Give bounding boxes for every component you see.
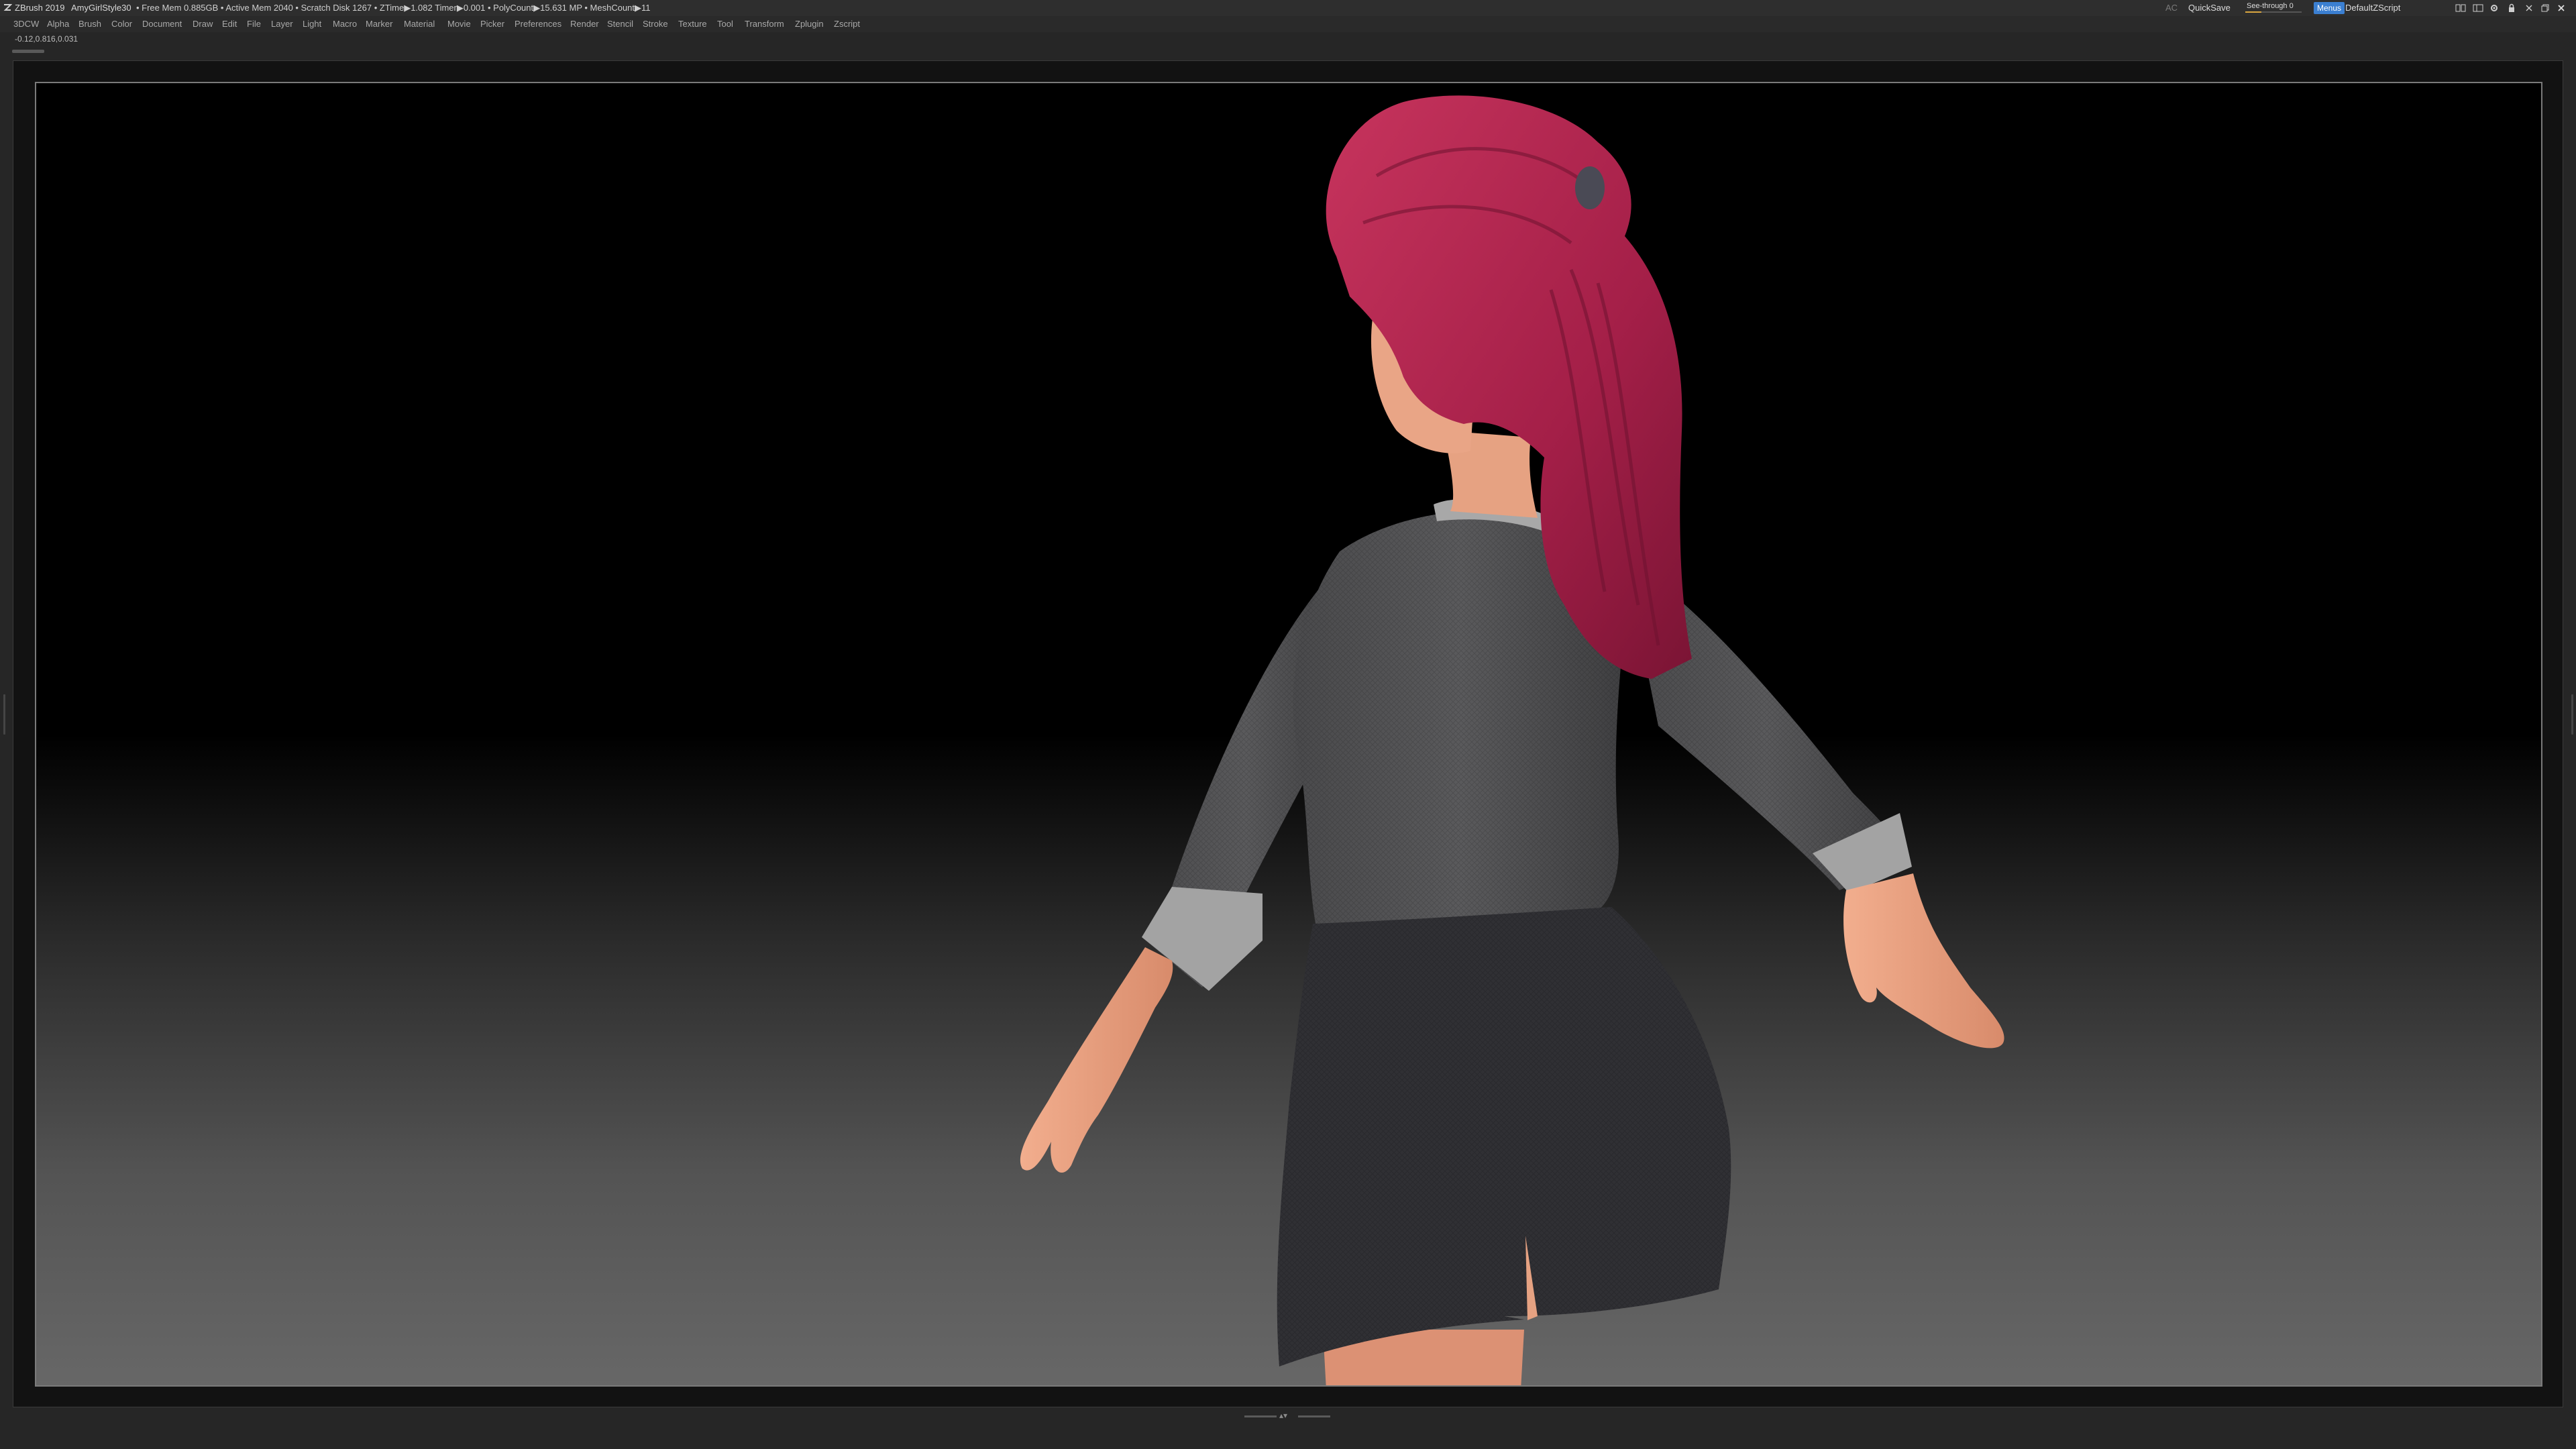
menu-draw[interactable]: Draw: [193, 16, 213, 32]
menu-alpha[interactable]: Alpha: [47, 16, 69, 32]
menu-file[interactable]: File: [247, 16, 261, 32]
default-zscript-button[interactable]: DefaultZScript: [2345, 0, 2400, 16]
menu-stroke[interactable]: Stroke: [643, 16, 668, 32]
character-skirt-texture: [1277, 907, 1731, 1366]
bottom-handle-bar-left: [1244, 1415, 1277, 1417]
menu-movie[interactable]: Movie: [447, 16, 471, 32]
restore-icon[interactable]: [2540, 3, 2551, 13]
see-through-slider[interactable]: See-through 0: [2243, 1, 2304, 13]
zbrush-logo-icon: [3, 4, 12, 11]
menu-marker[interactable]: Marker: [366, 16, 392, 32]
menu-preferences[interactable]: Preferences: [515, 16, 561, 32]
menu-picker[interactable]: Picker: [480, 16, 504, 32]
menu-macro[interactable]: Macro: [333, 16, 357, 32]
menu-transform[interactable]: Transform: [745, 16, 784, 32]
menu-tool[interactable]: Tool: [717, 16, 733, 32]
document-name: AmyGirlStyle30: [71, 3, 131, 13]
3d-viewport[interactable]: [35, 82, 2542, 1387]
character-model[interactable]: [36, 83, 2541, 1385]
menu-color[interactable]: Color: [111, 16, 132, 32]
see-through-fill: [2245, 11, 2261, 13]
settings-icon[interactable]: [2489, 3, 2500, 13]
bottom-handle-bar-right: [1298, 1415, 1330, 1417]
menu-3dcw[interactable]: 3DCW: [13, 16, 39, 32]
menu-render[interactable]: Render: [570, 16, 599, 32]
see-through-label: See-through 0: [2247, 2, 2294, 10]
left-tray-handle[interactable]: [1, 694, 7, 735]
bottom-handle-arrows: ▴▾: [1279, 1411, 1288, 1420]
ac-label[interactable]: AC: [2165, 0, 2178, 16]
menu-edit[interactable]: Edit: [222, 16, 237, 32]
menu-zplugin[interactable]: Zplugin: [795, 16, 824, 32]
minimize-icon[interactable]: [2524, 3, 2534, 13]
menu-light[interactable]: Light: [303, 16, 321, 32]
cursor-coordinates: -0.12,0.816,0.031: [15, 34, 78, 44]
see-through-track: [2245, 11, 2302, 13]
top-shelf-handle[interactable]: [12, 50, 44, 53]
character-hair-tie: [1575, 166, 1605, 209]
menu-zscript[interactable]: Zscript: [834, 16, 860, 32]
menu-material[interactable]: Material: [404, 16, 435, 32]
lock-icon[interactable]: [2506, 3, 2517, 13]
character-right-hand: [1843, 873, 2004, 1049]
title-bar: ZBrush 2019 AmyGirlStyle30 • Free Mem 0.…: [0, 0, 2576, 16]
zbrush-window: ZBrush 2019 AmyGirlStyle30 • Free Mem 0.…: [0, 0, 2576, 1449]
bottom-shelf-handle[interactable]: ▴▾: [1244, 1411, 1332, 1421]
menu-brush[interactable]: Brush: [78, 16, 101, 32]
layout-icon[interactable]: [2455, 3, 2466, 13]
quicksave-button[interactable]: QuickSave: [2188, 0, 2231, 16]
menus-toggle[interactable]: Menus: [2314, 2, 2345, 14]
menu-texture[interactable]: Texture: [678, 16, 707, 32]
menu-document[interactable]: Document: [142, 16, 182, 32]
app-title: ZBrush 2019: [15, 3, 65, 13]
layout-icon-2[interactable]: [2473, 3, 2483, 13]
close-icon[interactable]: [2556, 3, 2567, 13]
memory-stats: • Free Mem 0.885GB • Active Mem 2040 • S…: [136, 3, 651, 13]
right-tray-handle[interactable]: [2569, 694, 2575, 735]
menu-stencil[interactable]: Stencil: [607, 16, 633, 32]
character-left-hand: [1020, 947, 1173, 1173]
menu-bar: 3DCW Alpha Brush Color Document Draw Edi…: [0, 16, 2576, 32]
menu-layer[interactable]: Layer: [271, 16, 293, 32]
